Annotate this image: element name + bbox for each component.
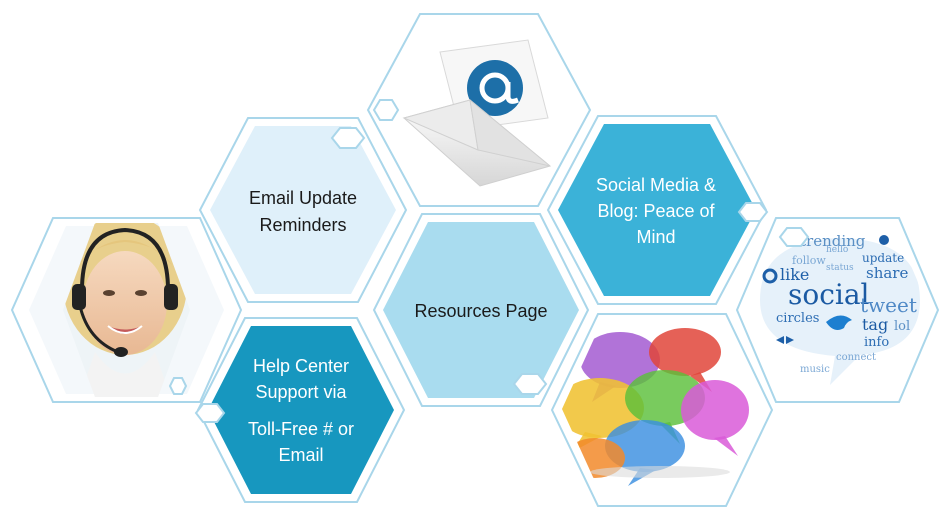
- social-media-label-line1: Social Media &: [596, 175, 716, 195]
- word-cloud-word: tag: [862, 315, 888, 334]
- email-update-hexagon: Email Update Reminders: [198, 117, 408, 303]
- word-cloud-word: info: [864, 335, 889, 350]
- resources-hexagon: Resources Page: [372, 213, 590, 407]
- word-cloud-word: hello: [826, 245, 848, 255]
- word-cloud-word: connect: [836, 352, 876, 363]
- word-cloud-word: tweet: [860, 293, 917, 317]
- help-center-label-line4: Email: [278, 445, 323, 465]
- word-cloud-word: update: [862, 251, 904, 265]
- small-hexagon-accent: [372, 99, 400, 121]
- help-center-label-line2: Support via: [255, 382, 347, 402]
- email-icon-hexagon: [366, 13, 592, 207]
- word-cloud-word: status: [826, 263, 854, 273]
- email-update-label-line2: Reminders: [259, 215, 346, 235]
- small-hexagon-accent: [194, 403, 226, 423]
- social-media-label-line2: Blog: Peace of: [597, 201, 715, 221]
- help-center-hexagon: Help Center Support via Toll-Free # or E…: [194, 317, 406, 503]
- social-media-hexagon: Social Media & Blog: Peace of Mind: [546, 115, 769, 305]
- word-cloud-word: share: [866, 264, 908, 282]
- help-center-label-line1: Help Center: [253, 356, 349, 376]
- social-media-label-line3: Mind: [636, 227, 675, 247]
- word-cloud-word: music: [800, 364, 830, 375]
- resources-label: Resources Page: [414, 301, 547, 321]
- small-hexagon-accent: [737, 202, 769, 222]
- small-hexagon-accent: [330, 127, 366, 149]
- small-hexagon-accent: [778, 227, 810, 247]
- speech-bubbles-hexagon: [550, 313, 774, 507]
- word-cloud-word: social: [788, 278, 870, 311]
- hexagon-canvas: Email Update Reminders Resources Page So…: [10, 13, 940, 507]
- social-word-cloud-hexagon: trending follow update share like social…: [735, 217, 940, 403]
- help-center-label-line3: Toll-Free # or: [248, 419, 354, 439]
- small-hexagon-accent: [168, 377, 188, 395]
- email-update-label-line1: Email Update: [249, 188, 357, 208]
- hexagon-services-graphic: Email Update Reminders Resources Page So…: [0, 0, 947, 514]
- support-agent-hexagon: [10, 217, 243, 403]
- word-cloud-word: circles: [776, 311, 819, 326]
- location-pin-icon: [879, 235, 889, 245]
- small-hexagon-accent: [512, 373, 548, 395]
- word-cloud-word: lol: [894, 319, 910, 334]
